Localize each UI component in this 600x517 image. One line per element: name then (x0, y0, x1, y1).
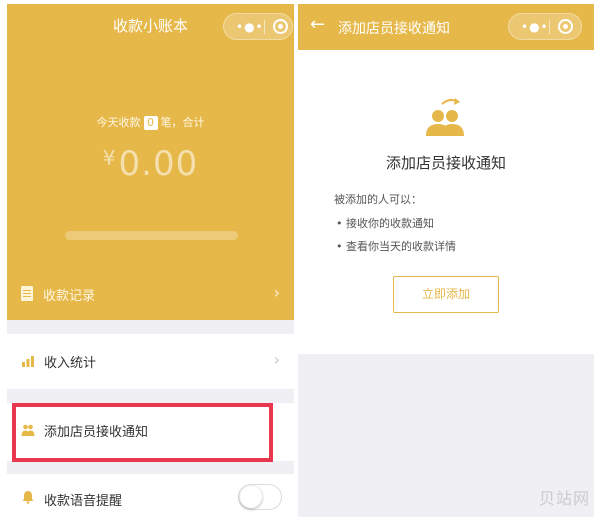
close-target-icon[interactable] (273, 19, 288, 34)
miniprogram-capsule[interactable]: •●• (508, 13, 582, 40)
permission-item: • 接收你的收款通知 (336, 217, 434, 230)
more-dots-icon[interactable]: •●• (521, 20, 549, 34)
bell-icon (22, 491, 34, 504)
miniprogram-capsule[interactable]: •●• (223, 13, 293, 40)
today-summary: 今天收款 0 笔，合计 (7, 114, 294, 130)
today-count-badge: 0 (143, 116, 158, 130)
voice-reminder-row: 收款语音提醒 (7, 474, 294, 517)
more-dots-icon[interactable]: •●• (236, 20, 264, 34)
highlight-box (12, 403, 273, 462)
amount-value: 0.00 (118, 144, 199, 184)
chevron-right-icon: › (273, 350, 280, 369)
add-clerk-screen: ← 添加店员接收通知 •●• 添加店员接收通知 被添加的人可以： • 接收你的收… (298, 4, 594, 517)
add-now-button[interactable]: 立即添加 (393, 276, 499, 313)
capsule-divider (549, 20, 550, 34)
toggle-knob (240, 486, 262, 508)
voice-reminder-toggle[interactable] (238, 484, 282, 510)
watermark-text: 贝站网 (538, 489, 590, 508)
document-icon (21, 286, 33, 301)
records-label: 收款记录 (43, 289, 96, 304)
navigation-bar: ← 添加店员接收通知 •●• (298, 4, 594, 50)
add-people-icon (426, 98, 464, 136)
permission-description: 被添加的人可以： (334, 193, 422, 206)
today-amount: ¥0.00 (7, 144, 294, 184)
today-suffix: 笔，合计 (160, 116, 205, 129)
capsule-divider (264, 20, 265, 34)
currency-symbol: ¥ (102, 146, 117, 170)
back-arrow-icon[interactable]: ← (310, 14, 325, 35)
close-target-icon[interactable] (558, 19, 573, 34)
chevron-right-icon: › (273, 283, 280, 302)
card-title: 添加店员接收通知 (385, 154, 506, 172)
today-prefix: 今天收款 (96, 116, 141, 129)
ledger-header-area: 收款小账本 •●• 今天收款 0 笔，合计 ¥0.00 收款记录 › (7, 4, 294, 320)
stats-label: 收入统计 (44, 356, 97, 371)
progress-bar (65, 231, 238, 240)
records-row[interactable]: 收款记录 › (7, 272, 294, 316)
page-title: 添加店员接收通知 (338, 21, 450, 37)
bar-chart-icon (22, 356, 34, 367)
permission-item: • 查看你当天的收款详情 (336, 240, 456, 253)
screenshot-stage: 收款小账本 •●• 今天收款 0 笔，合计 ¥0.00 收款记录 › 收入统计 … (0, 0, 600, 517)
stats-row[interactable]: 收入统计 › (7, 334, 294, 389)
add-clerk-card: 添加店员接收通知 被添加的人可以： • 接收你的收款通知 • 查看你当天的收款详… (298, 50, 594, 354)
voice-reminder-label: 收款语音提醒 (44, 494, 123, 509)
